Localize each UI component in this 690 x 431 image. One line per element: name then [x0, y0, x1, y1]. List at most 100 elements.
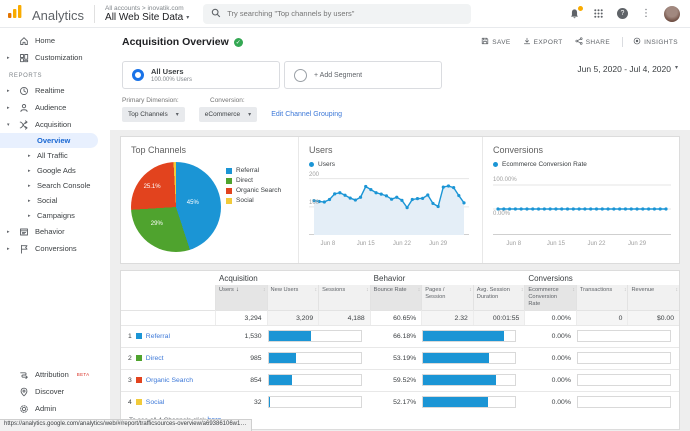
column-header-users[interactable]: Users↓↕ [215, 285, 267, 310]
sidebar-item-attribution[interactable]: AttributionBETA [0, 366, 110, 383]
column-header-new-users[interactable]: New Users↕ [267, 285, 319, 310]
metric-bar [267, 347, 370, 369]
export-button[interactable]: EXPORT [523, 37, 563, 47]
analytics-logo-icon [8, 5, 22, 23]
chevron-right-icon: ▸ [7, 88, 12, 94]
attribution-icon [18, 370, 29, 380]
channel-cell: 1 Referral [121, 325, 215, 347]
channel-link[interactable]: Direct [146, 355, 164, 362]
users-line-chart[interactable]: 200100 [309, 173, 474, 240]
sidebar-item-customization[interactable]: ▸Customization [0, 49, 110, 66]
help-icon[interactable]: ? [617, 8, 628, 19]
column-header-pages-session[interactable]: Pages / Session↕ [421, 285, 473, 310]
search-icon [211, 5, 221, 23]
legend-label: Organic Search [236, 187, 281, 194]
sidebar-item-social[interactable]: ▸Social [0, 193, 110, 208]
sidebar-item-search-console[interactable]: ▸Search Console [0, 178, 110, 193]
group-header-spacer [121, 271, 215, 285]
x-axis-tick-label: Jun 29 [429, 241, 447, 247]
sidebar-item-audience[interactable]: ▸Audience [0, 99, 110, 116]
bar-track [422, 374, 516, 386]
column-header-revenue[interactable]: Revenue↕ [627, 285, 679, 310]
sidebar-item-all-traffic[interactable]: ▸All Traffic [0, 148, 110, 163]
row-rank: 1 [128, 333, 132, 340]
insights-button[interactable]: INSIGHTS [622, 37, 678, 47]
primary-dimension-label: Primary Dimension: [122, 97, 210, 104]
sidebar-item-behavior[interactable]: ▸Behavior [0, 223, 110, 240]
sidebar-item-google-ads[interactable]: ▸Google Ads [0, 163, 110, 178]
sidebar-item-home[interactable]: Home [0, 32, 110, 49]
report-toolbar: SAVE EXPORT SHARE INSIGHTS [481, 37, 678, 47]
chevron-down-icon: ▾ [186, 14, 189, 21]
sidebar-item-conversions[interactable]: ▸Conversions [0, 240, 110, 257]
date-range-picker[interactable]: Jun 5, 2020 - Jul 4, 2020 ▾ [577, 61, 678, 89]
toolbar-label: SAVE [492, 39, 510, 46]
sidebar-item-overview[interactable]: Overview [0, 133, 98, 148]
metric-value: 59.52% [370, 369, 422, 391]
group-header-behavior: Behavior [370, 271, 525, 285]
metric-bar [267, 369, 370, 391]
account-switcher[interactable]: All accounts > inovatik.com All Web Site… [105, 5, 189, 23]
channel-link[interactable]: Organic Search [146, 377, 193, 384]
avatar[interactable] [664, 6, 680, 22]
top-channels-pie-chart[interactable]: 45%29%25.1% [131, 162, 221, 252]
sidebar-item-realtime[interactable]: ▸Realtime [0, 82, 110, 99]
column-header-avg-session-duration[interactable]: Avg. Session Duration↕ [473, 285, 525, 310]
metric-value: 53.19% [370, 347, 422, 369]
metric-bar [576, 369, 679, 391]
more-options-icon[interactable]: ⋮ [641, 8, 651, 19]
sort-toggle-icon: ↕ [263, 287, 266, 293]
users-legend: Users [309, 161, 474, 168]
save-button[interactable]: SAVE [481, 37, 510, 47]
share-button[interactable]: SHARE [575, 37, 610, 47]
conversions-line-chart[interactable]: 100.00%0.00% [493, 173, 671, 240]
column-header-sessions[interactable]: Sessions↕ [318, 285, 370, 310]
sidebar-item-discover[interactable]: Discover [0, 383, 110, 400]
sidebar-item-acquisition[interactable]: ▾Acquisition [0, 116, 110, 133]
apps-grid-icon[interactable] [593, 8, 604, 19]
beta-badge: BETA [77, 372, 90, 377]
metric-value: 66.18% [370, 325, 422, 347]
charts-row: Top Channels 45%29%25.1% ReferralDirectO… [120, 136, 680, 264]
sort-toggle-icon: ↕ [572, 287, 575, 293]
dimension-row: Primary Dimension: Conversion: Top Chann… [110, 97, 690, 130]
search-input[interactable] [227, 9, 463, 18]
metric-value: 854 [215, 369, 267, 391]
column-header-transactions[interactable]: Transactions↕ [576, 285, 628, 310]
report-title-row: Acquisition Overview ✓ SAVEEXPORTSHAREIN… [110, 28, 690, 56]
segment-row: All Users 100.00% Users + Add Segment Ju… [110, 56, 690, 97]
notifications-bell-icon[interactable] [569, 8, 580, 20]
notification-badge [577, 5, 584, 12]
legend-swatch-icon [226, 198, 232, 204]
insights-icon [633, 37, 641, 47]
channel-link[interactable]: Social [146, 399, 165, 406]
conversion-label: Conversion: [210, 97, 245, 104]
column-header-ecommerce-conversion-rate[interactable]: Ecommerce Conversion Rate↕ [524, 285, 576, 310]
chevron-right-icon: ▸ [28, 183, 33, 189]
analytics-logo[interactable]: Analytics [8, 5, 84, 23]
edit-channel-grouping-link[interactable]: Edit Channel Grouping [271, 111, 342, 118]
column-label: Revenue [631, 287, 654, 293]
column-label: Pages / Session [425, 287, 445, 300]
column-header-bounce-rate[interactable]: Bounce Rate↕ [370, 285, 422, 310]
add-segment-button[interactable]: + Add Segment [284, 61, 442, 89]
x-axis-tick-label: Jun 29 [628, 241, 646, 247]
sidebar-item-campaigns[interactable]: ▸Campaigns [0, 208, 110, 223]
segment-all-users[interactable]: All Users 100.00% Users [122, 61, 280, 89]
bar-track [422, 396, 516, 408]
conversion-dropdown[interactable]: eCommerce▾ [199, 107, 257, 122]
global-search[interactable] [203, 4, 471, 24]
channel-swatch-icon [136, 399, 142, 405]
total-users: 3,294 [215, 310, 267, 325]
channel-link[interactable]: Referral [146, 333, 170, 340]
column-label: Sessions [322, 287, 345, 293]
sidebar-nav: Home▸CustomizationREPORTS▸Realtime▸Audie… [0, 28, 110, 431]
toolbar-label: EXPORT [534, 39, 563, 46]
bar-track [268, 352, 362, 364]
sort-toggle-icon: ↕ [521, 287, 524, 293]
metric-bar [421, 369, 524, 391]
sidebar-item-admin[interactable]: Admin [0, 400, 110, 417]
primary-dimension-dropdown[interactable]: Top Channels▾ [122, 107, 185, 122]
discover-icon [18, 387, 29, 397]
bar-fill [269, 375, 293, 385]
